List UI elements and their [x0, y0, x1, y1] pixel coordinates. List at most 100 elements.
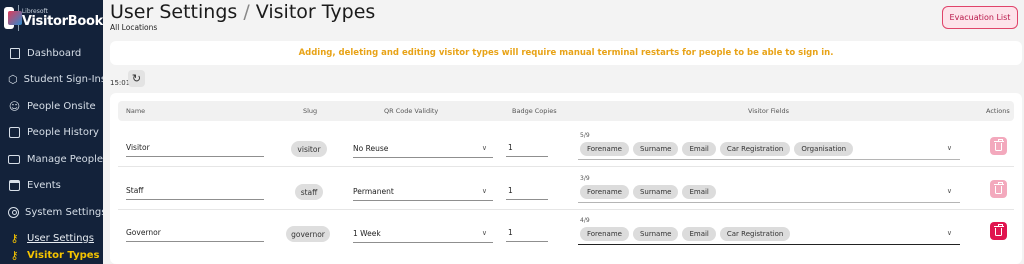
chevron-down-icon: ∨ [946, 187, 952, 195]
column-header-slug: Slug [303, 107, 318, 115]
chevron-down-icon: ∨ [481, 144, 487, 152]
field-chip[interactable]: Email [682, 185, 716, 199]
dashboard-icon [8, 47, 21, 60]
fields-count: 5/9 [580, 132, 590, 139]
qr-validity-value: No Reuse [353, 144, 389, 153]
sidebar-item-dashboard[interactable]: Dashboard [0, 42, 103, 64]
qr-validity-select[interactable]: No Reuse ∨ [353, 138, 493, 158]
badge-copies-input[interactable]: 1 [506, 182, 548, 200]
sidebar-item-manage-people[interactable]: Manage People [0, 148, 103, 170]
chevron-down-icon: ∨ [481, 229, 487, 237]
table-row: Staff staff Permanent ∨ 1 3/9 Forename S… [110, 173, 1022, 213]
manage-people-icon [8, 153, 21, 166]
column-header-name: Name [126, 107, 146, 115]
fields-count: 4/9 [580, 217, 590, 224]
field-chip[interactable]: Email [682, 227, 716, 241]
column-header-fields: Visitor Fields [748, 107, 789, 115]
table-row: Governor governor 1 Week ∨ 1 4/9 Forenam… [110, 215, 1022, 255]
settings-icon [8, 206, 19, 219]
name-input[interactable]: Staff [126, 182, 264, 200]
slug-chip: staff [295, 184, 323, 200]
name-input[interactable]: Governor [126, 224, 264, 242]
visitor-fields-select[interactable]: 5/9 Forename Surname Email Car Registrat… [578, 130, 960, 160]
field-chip-list: Forename Surname Email Car Registration [580, 227, 791, 241]
field-chip[interactable]: Forename [580, 227, 629, 241]
slug-chip: governor [286, 226, 330, 242]
field-chip[interactable]: Surname [632, 185, 679, 199]
qr-validity-select[interactable]: 1 Week ∨ [353, 223, 493, 243]
sidebar-item-label: Student Sign-Ins [23, 73, 103, 85]
people-onsite-icon: ☺ [8, 99, 21, 113]
visitorbook-logo-icon [4, 7, 23, 29]
evacuation-list-button[interactable]: Evacuation List [942, 6, 1018, 29]
refresh-button[interactable]: ↻ [128, 70, 145, 87]
qr-validity-value: 1 Week [353, 229, 381, 238]
sidebar-item-label: System Settings [25, 206, 103, 218]
brand-name: VisitorBook [21, 13, 103, 29]
refresh-icon: ↻ [131, 72, 142, 85]
qr-validity-select[interactable]: Permanent ∨ [353, 181, 493, 201]
table-row: Visitor visitor No Reuse ∨ 1 5/9 Forenam… [110, 130, 1022, 170]
sidebar-item-label: User Settings [27, 232, 94, 244]
page-title-sub: Visitor Types [255, 1, 376, 23]
qr-validity-value: Permanent [353, 187, 394, 196]
page-title-main: User Settings [110, 1, 238, 23]
key-icon: ⚷ [10, 248, 19, 262]
field-chip-list: Forename Surname Email Car Registration … [580, 142, 854, 156]
name-input[interactable]: Visitor [126, 139, 264, 157]
trash-icon [993, 223, 1004, 236]
badge-copies-input[interactable]: 1 [506, 139, 548, 157]
location-label: All Locations [110, 23, 158, 32]
sidebar-item-label: Manage People [26, 153, 103, 165]
field-chip[interactable]: Surname [632, 227, 679, 241]
trash-icon [993, 138, 1004, 151]
field-chip[interactable]: Surname [632, 142, 679, 156]
badge-copies-input[interactable]: 1 [506, 224, 548, 242]
visitor-types-table: Name Slug QR Code Validity Badge Copies … [110, 93, 1022, 264]
row-divider [118, 166, 1014, 167]
sidebar-item-events[interactable]: Events [0, 174, 103, 196]
sidebar: Libresoft VisitorBook Dashboard ⬡ Studen… [0, 0, 103, 264]
people-history-icon [8, 126, 21, 139]
field-chip[interactable]: Forename [580, 142, 629, 156]
sidebar-item-visitor-types[interactable]: ⚷ Visitor Types [0, 244, 103, 264]
delete-button[interactable] [990, 137, 1007, 155]
sidebar-item-system-settings[interactable]: System Settings [0, 201, 103, 223]
slug-chip: visitor [291, 141, 327, 157]
column-header-copies: Badge Copies [512, 107, 557, 115]
warning-banner: Adding, deleting and editing visitor typ… [110, 41, 1022, 65]
page-title: User Settings / Visitor Types [110, 1, 375, 23]
chevron-down-icon: ∨ [946, 229, 952, 237]
sidebar-item-student-sign-ins[interactable]: ⬡ Student Sign-Ins [0, 68, 103, 90]
breadcrumb-separator: / [243, 1, 250, 23]
trash-icon [993, 181, 1004, 194]
visitor-fields-select[interactable]: 3/9 Forename Surname Email ∨ [578, 173, 960, 203]
row-divider [118, 209, 1014, 210]
field-chip[interactable]: Email [682, 142, 716, 156]
column-header-qr: QR Code Validity [384, 107, 439, 115]
field-chip[interactable]: Organisation [794, 142, 854, 156]
visitor-fields-select[interactable]: 4/9 Forename Surname Email Car Registrat… [578, 215, 960, 245]
table-header: Name Slug QR Code Validity Badge Copies … [118, 101, 1014, 121]
sidebar-item-label: Events [27, 179, 61, 191]
sidebar-item-label: People Onsite [27, 100, 96, 112]
events-icon [8, 179, 21, 192]
brand-text: Libresoft VisitorBook [21, 8, 103, 29]
column-header-actions: Actions [986, 107, 1010, 115]
sidebar-item-people-onsite[interactable]: ☺ People Onsite [0, 95, 103, 117]
fields-count: 3/9 [580, 175, 590, 182]
field-chip[interactable]: Car Registration [719, 227, 791, 241]
delete-button[interactable] [990, 222, 1007, 240]
key-icon: ⚷ [10, 231, 19, 245]
brand[interactable]: Libresoft VisitorBook [0, 0, 103, 36]
chevron-down-icon: ∨ [946, 144, 952, 152]
sidebar-item-label: People History [27, 126, 99, 138]
field-chip[interactable]: Forename [580, 185, 629, 199]
sidebar-item-people-history[interactable]: People History [0, 121, 103, 143]
field-chip[interactable]: Car Registration [719, 142, 791, 156]
sidebar-item-label: Visitor Types [27, 249, 100, 261]
delete-button[interactable] [990, 180, 1007, 198]
field-chip-list: Forename Surname Email [580, 185, 716, 199]
sidebar-item-label: Dashboard [27, 47, 82, 59]
chevron-down-icon: ∨ [481, 187, 487, 195]
